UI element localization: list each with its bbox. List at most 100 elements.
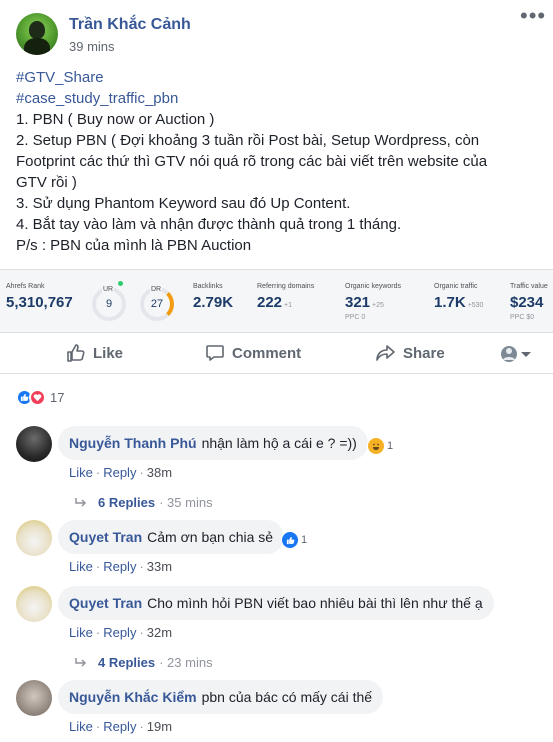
stat-delta: +25: [372, 302, 384, 309]
comment-meta: Like · Reply · 33m: [69, 559, 173, 574]
comment-like-link[interactable]: Like: [69, 559, 93, 574]
comment-meta: Like · Reply · 19m: [69, 719, 173, 734]
author-avatar[interactable]: [16, 13, 58, 55]
ahrefs-stats-bar: Ahrefs Rank 5,310,767 UR 9 DR 27 Backlin…: [0, 269, 553, 333]
comment-like-link[interactable]: Like: [69, 719, 93, 734]
more-options-button[interactable]: •••: [520, 5, 545, 28]
stat-value: 222: [257, 294, 283, 311]
comment-text: nhận làm hộ a cái e ? =)): [201, 435, 357, 451]
like-button[interactable]: Like: [66, 334, 123, 372]
like-reaction-icon: [282, 532, 298, 548]
comment-time[interactable]: 38m: [147, 465, 172, 480]
chevron-down-icon: [501, 346, 531, 362]
stat-value: 321: [345, 294, 371, 311]
comment-reaction-count: 1: [301, 534, 308, 546]
comment-icon: [206, 345, 224, 361]
post-line: Footprint các thứ thì GTV nói quá rõ tro…: [16, 153, 488, 170]
stat-value-row: 1.7K +530: [434, 294, 483, 311]
comment-text: Cảm ơn bạn chia sẻ: [147, 529, 274, 545]
commenter-name[interactable]: Nguyễn Thanh Phú: [69, 435, 197, 451]
replies-time: · 23 mins: [159, 655, 213, 670]
post-line: 3. Sử dụng Phantom Keyword sau đó Up Con…: [16, 195, 351, 212]
comment-meta: Like · Reply · 38m: [69, 465, 173, 480]
stat-value: 2.79K: [193, 294, 234, 311]
dr-gauge: DR 27: [140, 286, 174, 321]
replies-time: · 35 mins: [159, 495, 213, 510]
commenter-name[interactable]: Nguyễn Khắc Kiểm: [69, 689, 197, 705]
ur-gauge: UR 9: [92, 286, 126, 321]
stat-label: Organic keywords: [345, 283, 402, 290]
comment-item: Quyet Tran Cảm ơn bạn chia sẻ 1 Like · Rep…: [16, 520, 541, 580]
view-replies-link[interactable]: 4 Replies · 23 mins: [74, 655, 213, 670]
stat-value-row: 222 +1: [257, 294, 292, 311]
comment-text: Cho mình hỏi PBN viết bao nhiêu bài thì …: [147, 595, 483, 611]
comment-item: Nguyễn Thanh Phú nhận làm hộ a cái e ? =…: [16, 426, 541, 516]
comment-like-link[interactable]: Like: [69, 465, 93, 480]
hashtag-case-study[interactable]: #case_study_traffic_pbn: [16, 88, 541, 109]
stat-value: 27: [150, 298, 164, 310]
comment-bubble: Quyet Tran Cho mình hỏi PBN viết bao nhi…: [58, 586, 494, 620]
comment-meta: Like · Reply · 32m: [69, 625, 173, 640]
like-label: Like: [93, 344, 124, 362]
hashtag-gtv-share[interactable]: #GTV_Share: [16, 67, 541, 88]
stat-value: 5,310,767: [6, 294, 73, 311]
stat-sub: PPC 0: [345, 314, 366, 321]
comment-reaction-badge[interactable]: 1: [367, 437, 397, 455]
comment-bubble: Nguyễn Thanh Phú nhận làm hộ a cái e ? =…: [58, 426, 368, 460]
replies-count: 6 Replies: [98, 495, 156, 510]
stat-label: Ahrefs Rank: [6, 283, 45, 290]
reaction-count: 17: [50, 389, 65, 405]
avatar[interactable]: [16, 586, 52, 622]
post-line: 4. Bắt tay vào làm và nhận được thành qu…: [16, 216, 402, 233]
comment-time[interactable]: 19m: [147, 719, 172, 734]
reactions-summary[interactable]: 17: [16, 387, 64, 407]
comment-reply-link[interactable]: Reply: [103, 465, 136, 480]
reply-arrow-icon: [75, 497, 87, 507]
love-reaction-icon: [29, 388, 46, 406]
author-name[interactable]: Trần Khắc Cảnh: [69, 16, 191, 34]
post-line: P/s : PBN của mình là PBN Auction: [16, 237, 252, 254]
stat-delta: +530: [467, 302, 484, 309]
thumbs-up-icon: [67, 344, 85, 362]
ur-indicator-dot: [118, 281, 123, 286]
stat-value-row: 321 +25: [345, 294, 384, 311]
stat-delta: +1: [284, 302, 293, 309]
comment-like-link[interactable]: Like: [69, 625, 93, 640]
comment-reply-link[interactable]: Reply: [103, 559, 136, 574]
post-header: Trần Khắc Cảnh 39 mins •••: [0, 0, 553, 62]
post-text: #GTV_Share #case_study_traffic_pbn 1. PB…: [16, 67, 541, 256]
post-action-bar: Like Comment Share: [0, 334, 553, 374]
comment-reaction-count: 1: [387, 440, 394, 452]
stat-label: Backlinks: [193, 283, 223, 290]
share-label: Share: [403, 344, 445, 362]
post-line: GTV rồi ): [16, 174, 77, 191]
reaction-as-selector[interactable]: [500, 344, 536, 364]
comment-button[interactable]: Comment: [205, 334, 301, 372]
comment-reply-link[interactable]: Reply: [103, 719, 136, 734]
reply-arrow-icon: [75, 657, 87, 667]
stat-label: DR: [150, 286, 163, 293]
stat-value: 1.7K: [434, 294, 466, 311]
post-timestamp[interactable]: 39 mins: [69, 39, 115, 54]
commenter-name[interactable]: Quyet Tran: [69, 595, 142, 611]
stat-value: $234: [510, 294, 544, 311]
post-line: 1. PBN ( Buy now or Auction ): [16, 111, 215, 128]
share-button[interactable]: Share: [375, 334, 445, 372]
comment-time[interactable]: 32m: [147, 625, 172, 640]
stat-value: 9: [105, 298, 113, 310]
avatar[interactable]: [16, 680, 52, 716]
commenter-name[interactable]: Quyet Tran: [69, 529, 142, 545]
comment-reply-link[interactable]: Reply: [103, 625, 136, 640]
avatar[interactable]: [16, 520, 52, 556]
comment-time[interactable]: 33m: [147, 559, 172, 574]
avatar[interactable]: [16, 426, 52, 462]
comment-reaction-badge[interactable]: 1: [281, 531, 311, 549]
share-arrow-icon: [376, 345, 395, 361]
comment-text: pbn của bác có mấy cái thế: [201, 689, 373, 705]
view-replies-link[interactable]: 6 Replies · 35 mins: [74, 495, 213, 510]
comment-item: Nguyễn Khắc Kiểm pbn của bác có mấy cái …: [16, 680, 541, 740]
stat-label: Organic traffic: [434, 283, 478, 290]
post-line: 2. Setup PBN ( Đợi khoảng 3 tuần rồi Pos…: [16, 132, 480, 149]
stat-label: Referring domains: [257, 283, 315, 290]
replies-count: 4 Replies: [98, 655, 156, 670]
